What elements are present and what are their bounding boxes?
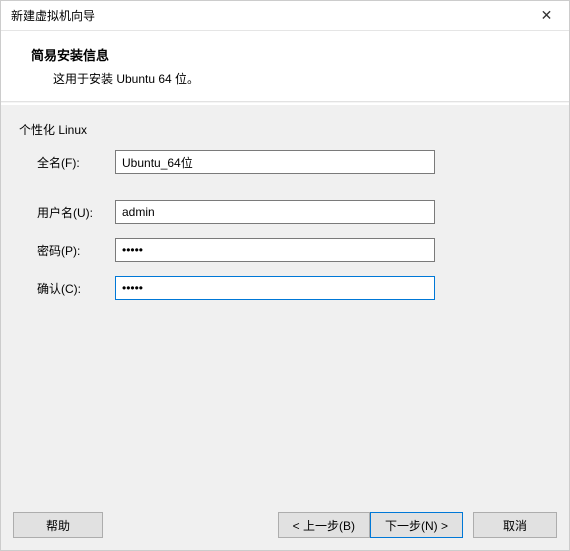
username-input[interactable] xyxy=(115,200,435,224)
password-row: 密码(P): xyxy=(19,238,551,262)
username-label: 用户名(U): xyxy=(19,204,115,221)
next-button[interactable]: 下一步(N) > xyxy=(370,512,463,538)
confirm-input[interactable] xyxy=(115,276,435,300)
header-separator xyxy=(1,101,569,103)
titlebar: 新建虚拟机向导 ✕ xyxy=(1,1,569,31)
confirm-label: 确认(C): xyxy=(19,280,115,297)
close-icon: ✕ xyxy=(541,7,553,24)
fullname-label: 全名(F): xyxy=(19,154,115,171)
new-vm-wizard-window: 新建虚拟机向导 ✕ 简易安装信息 这用于安装 Ubuntu 64 位。 个性化 … xyxy=(0,0,570,551)
password-input[interactable] xyxy=(115,238,435,262)
nav-button-group: < 上一步(B) 下一步(N) > xyxy=(278,512,463,538)
wizard-subheading: 这用于安装 Ubuntu 64 位。 xyxy=(31,70,559,87)
fullname-row: 全名(F): xyxy=(19,150,551,174)
help-button[interactable]: 帮助 xyxy=(13,512,103,538)
window-title: 新建虚拟机向导 xyxy=(11,7,524,24)
wizard-body: 个性化 Linux 全名(F): 用户名(U): 密码(P): 确认(C): xyxy=(1,105,569,502)
wizard-header: 简易安装信息 这用于安装 Ubuntu 64 位。 xyxy=(1,31,569,101)
confirm-row: 确认(C): xyxy=(19,276,551,300)
back-button[interactable]: < 上一步(B) xyxy=(278,512,370,538)
cancel-button[interactable]: 取消 xyxy=(473,512,557,538)
password-label: 密码(P): xyxy=(19,242,115,259)
wizard-footer: 帮助 < 上一步(B) 下一步(N) > 取消 xyxy=(1,502,569,550)
group-label: 个性化 Linux xyxy=(19,121,551,138)
fullname-input[interactable] xyxy=(115,150,435,174)
wizard-heading: 简易安装信息 xyxy=(31,45,559,64)
close-button[interactable]: ✕ xyxy=(524,1,569,31)
username-row: 用户名(U): xyxy=(19,200,551,224)
